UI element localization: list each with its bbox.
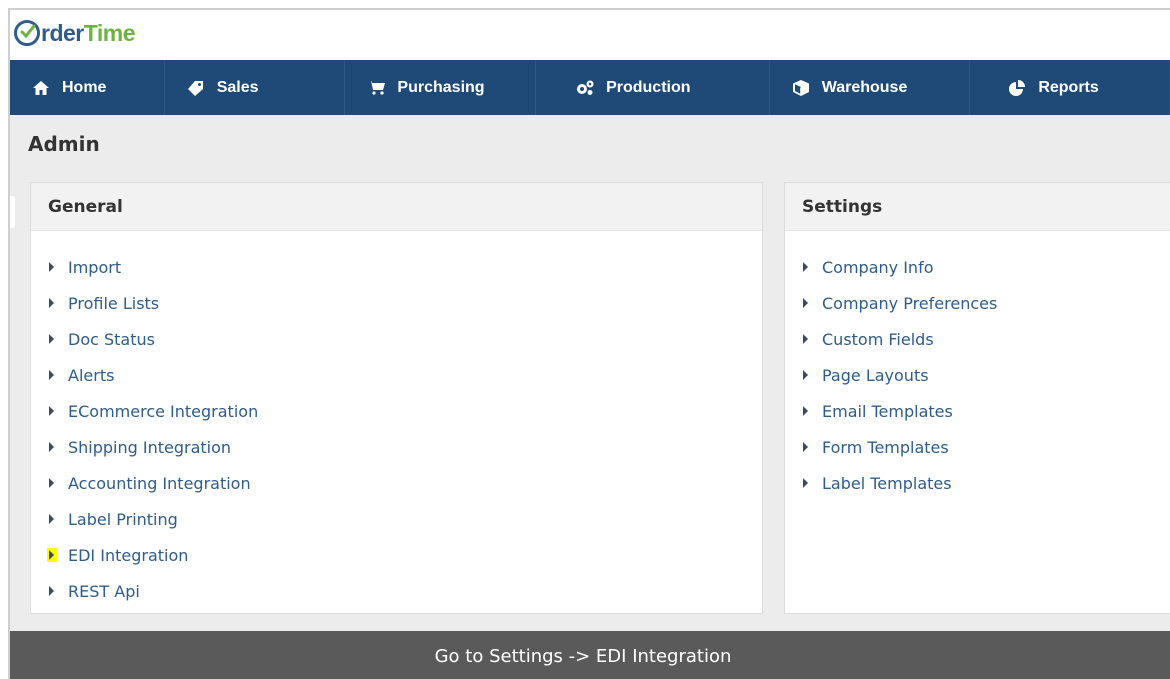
general-link-profile-lists[interactable]: Profile Lists xyxy=(47,285,762,321)
caret-right-icon xyxy=(47,548,57,562)
app-frame: rder Time Home Sales Purchasing Producti… xyxy=(8,8,1170,679)
gears-icon xyxy=(576,79,594,97)
nav-label-production: Production xyxy=(606,78,691,96)
caret-right-icon xyxy=(801,440,811,454)
main-nav: Home Sales Purchasing Production Warehou… xyxy=(10,60,1170,115)
nav-label-purchasing: Purchasing xyxy=(397,78,485,96)
settings-link-email-templates[interactable]: Email Templates xyxy=(801,393,1170,429)
caret-right-icon xyxy=(47,404,57,418)
general-link-alerts[interactable]: Alerts xyxy=(47,357,762,393)
settings-panel-title: Settings xyxy=(785,183,1170,231)
caret-right-icon xyxy=(801,296,811,310)
general-panel-title: General xyxy=(31,183,762,231)
settings-link-label-templates[interactable]: Label Templates xyxy=(801,465,1170,501)
caret-right-icon xyxy=(47,584,57,598)
pie-chart-icon xyxy=(1008,79,1026,97)
general-link-shipping-integration[interactable]: Shipping Integration xyxy=(47,429,762,465)
settings-link-list: Company Info Company Preferences Custom … xyxy=(785,231,1170,501)
settings-link-company-preferences[interactable]: Company Preferences xyxy=(801,285,1170,321)
general-link-label: Doc Status xyxy=(68,329,155,349)
nav-item-reports[interactable]: Reports xyxy=(970,60,1170,115)
caret-right-icon xyxy=(47,260,57,274)
nav-item-production[interactable]: Production xyxy=(536,60,770,115)
general-link-label: EDI Integration xyxy=(68,545,189,565)
settings-link-label: Email Templates xyxy=(822,401,953,421)
settings-panel: Settings Company Info Company Preference… xyxy=(784,182,1170,614)
general-link-label: Profile Lists xyxy=(68,293,160,313)
logo-text-time: Time xyxy=(83,19,136,46)
caret-right-icon xyxy=(47,476,57,490)
general-link-rest-api[interactable]: REST Api xyxy=(47,573,762,609)
general-link-ecommerce-integration[interactable]: ECommerce Integration xyxy=(47,393,762,429)
general-panel: General Import Profile Lists Doc Status … xyxy=(30,182,763,614)
caret-right-icon xyxy=(801,260,811,274)
general-link-list: Import Profile Lists Doc Status Alerts E… xyxy=(31,231,762,609)
general-link-label: Import xyxy=(68,257,122,277)
page-title: Admin xyxy=(28,132,100,156)
nav-item-warehouse[interactable]: Warehouse xyxy=(770,60,971,115)
general-link-label: Label Printing xyxy=(68,509,178,529)
nav-item-home[interactable]: Home xyxy=(10,60,165,115)
caret-right-icon xyxy=(47,368,57,382)
nav-label-reports: Reports xyxy=(1038,78,1099,96)
general-link-label: Alerts xyxy=(68,365,115,385)
side-collapse-handle[interactable] xyxy=(10,196,15,228)
home-icon xyxy=(32,79,50,97)
logo-check-icon xyxy=(14,20,40,46)
caret-right-icon xyxy=(47,440,57,454)
general-link-edi-integration[interactable]: EDI Integration xyxy=(47,537,762,573)
caret-right-icon xyxy=(47,512,57,526)
box-icon xyxy=(792,79,810,97)
caret-right-icon xyxy=(801,332,811,346)
settings-link-page-layouts[interactable]: Page Layouts xyxy=(801,357,1170,393)
nav-label-warehouse: Warehouse xyxy=(821,78,908,96)
ordertime-logo[interactable]: rder Time xyxy=(14,18,136,48)
top-bar: rder Time xyxy=(10,10,1170,60)
general-link-doc-status[interactable]: Doc Status xyxy=(47,321,762,357)
general-link-import[interactable]: Import xyxy=(47,249,762,285)
settings-link-label: Label Templates xyxy=(822,473,952,493)
caret-right-icon xyxy=(47,296,57,310)
settings-link-custom-fields[interactable]: Custom Fields xyxy=(801,321,1170,357)
general-link-label-printing[interactable]: Label Printing xyxy=(47,501,762,537)
cart-icon xyxy=(367,79,385,97)
caret-right-icon xyxy=(801,368,811,382)
settings-link-label: Form Templates xyxy=(822,437,949,457)
settings-link-label: Custom Fields xyxy=(822,329,934,349)
caret-right-icon xyxy=(47,332,57,346)
settings-link-label: Page Layouts xyxy=(822,365,929,385)
settings-link-form-templates[interactable]: Form Templates xyxy=(801,429,1170,465)
tutorial-caption: Go to Settings -> EDI Integration xyxy=(10,631,1170,679)
general-link-label: REST Api xyxy=(68,581,140,601)
general-link-label: Accounting Integration xyxy=(68,473,251,493)
nav-item-sales[interactable]: Sales xyxy=(165,60,346,115)
nav-item-purchasing[interactable]: Purchasing xyxy=(345,60,537,115)
caret-right-icon xyxy=(801,404,811,418)
logo-text-order: rder xyxy=(41,19,84,46)
general-link-label: ECommerce Integration xyxy=(68,401,259,421)
settings-link-label: Company Info xyxy=(822,257,934,277)
nav-label-sales: Sales xyxy=(216,78,259,96)
tag-icon xyxy=(187,79,205,97)
nav-label-home: Home xyxy=(62,78,107,96)
general-link-accounting-integration[interactable]: Accounting Integration xyxy=(47,465,762,501)
caret-right-icon xyxy=(801,476,811,490)
general-link-label: Shipping Integration xyxy=(68,437,232,457)
settings-link-company-info[interactable]: Company Info xyxy=(801,249,1170,285)
settings-link-label: Company Preferences xyxy=(822,293,998,313)
